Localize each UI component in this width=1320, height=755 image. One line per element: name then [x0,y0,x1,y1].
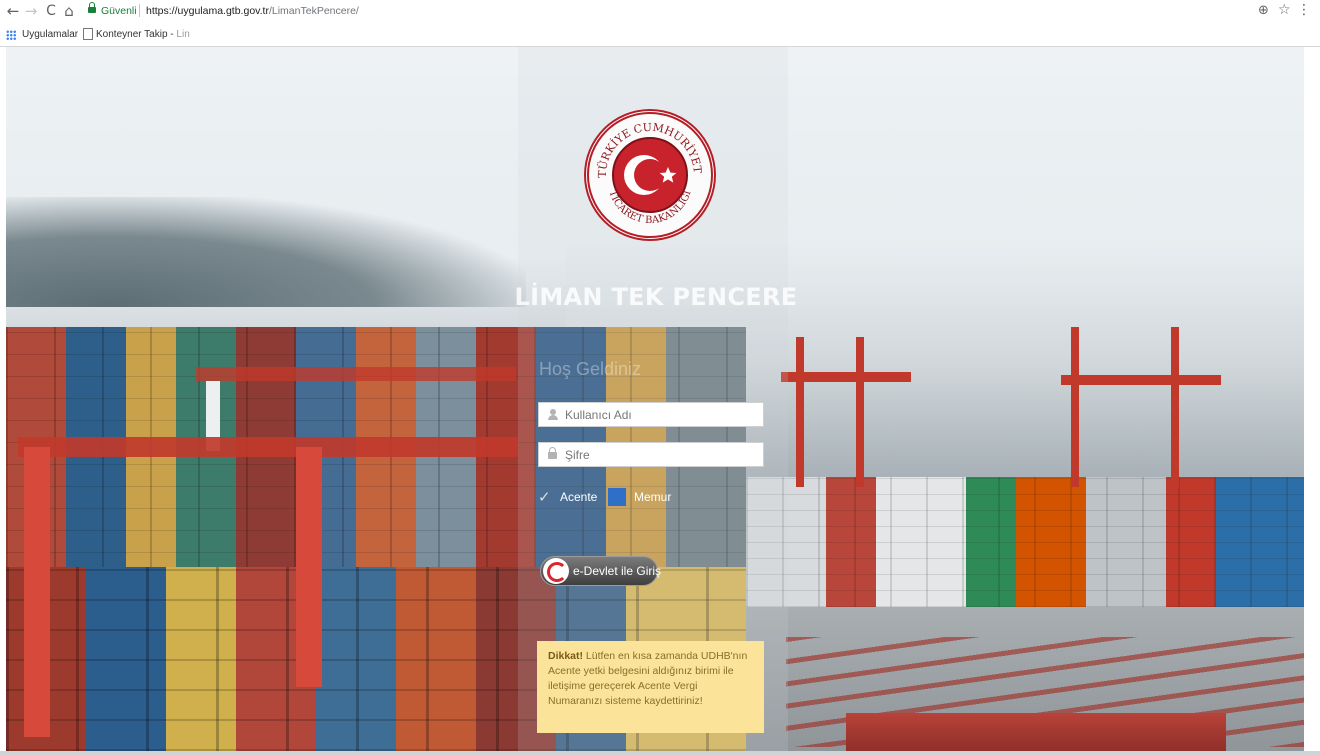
ministry-seal-svg: TÜRKİYE CUMHURİYETİ TİCARET BAKANLIĞI [584,109,713,238]
bookmark-apps[interactable]: Uygulamalar [22,29,78,40]
url-host: https://uygulama.gtb.gov.tr [146,5,269,17]
notice-bold: Dikkat! [548,650,584,662]
window-bottom-edge [0,751,1320,755]
kebab-menu-icon[interactable]: ⋮ [1297,2,1311,18]
apps-grid-icon[interactable] [6,30,16,40]
gantry-crane-leg [24,447,50,737]
edevlet-logo-icon [543,558,569,584]
role-selector: ✓ Acente Memur [538,488,778,508]
bookmark-container-tracking[interactable]: Konteyner Takip - Lin [96,29,190,40]
url-field[interactable]: https://uygulama.gtb.gov.tr/LimanTekPenc… [146,5,359,17]
star-icon[interactable]: ☆ [1278,2,1291,18]
role-option-acente[interactable]: Acente [560,490,597,504]
gantry-crane-top [196,367,516,381]
scrollbar-gutter [1304,47,1320,755]
edevlet-login-button[interactable]: e-Devlet ile Giriş [540,556,662,586]
browser-address-bar: ← → C ⌂ Güvenli https://uygulama.gtb.gov… [0,0,1320,24]
check-icon[interactable]: ✓ [538,488,551,506]
login-page: TÜRKİYE CUMHURİYETİ TİCARET BAKANLIĞI Lİ… [6,47,1304,751]
lock-icon [88,2,96,13]
bookmarks-bar: Uygulamalar Konteyner Takip - Lin [0,24,1320,47]
arrow-left-icon[interactable]: ← [4,2,22,20]
ship-crane-leg [1071,327,1079,487]
reload-icon[interactable]: C [42,2,60,20]
ship-crane-leg [856,337,864,487]
role-option-memur[interactable]: Memur [634,490,671,504]
bookmark-container-label: Konteyner Takip - [96,29,177,40]
secure-label: Güvenli [101,5,137,17]
url-path: /LimanTekPencere/ [268,5,359,17]
welcome-text: Hoş Geldiniz [539,359,642,379]
container-yard-right [746,477,1304,607]
password-input[interactable] [565,443,760,466]
home-icon[interactable]: ⌂ [60,2,78,20]
zoom-icon[interactable]: ⊕ [1258,3,1269,18]
warning-notice: Dikkat! Lütfen en kısa zamanda UDHB'nın … [537,641,764,733]
lock-icon [548,447,557,459]
ship-crane-boom [781,372,911,382]
ship-crane-boom [1061,375,1221,385]
ministry-seal-logo: TÜRKİYE CUMHURİYETİ TİCARET BAKANLIĞI [584,109,716,241]
url-separator [139,4,140,17]
mountain-backdrop [6,197,526,307]
port-building [846,713,1226,751]
ship-crane-leg [796,337,804,487]
page-title: LİMAN TEK PENCERE [514,283,798,311]
username-input[interactable] [565,403,760,426]
bookmark-container-fade: Lin [176,29,190,40]
page-icon [83,28,93,40]
username-field[interactable] [538,402,764,427]
password-field[interactable] [538,442,764,467]
arrow-right-icon[interactable]: → [22,2,40,20]
gantry-crane-leg [296,447,322,687]
user-icon [548,409,558,421]
edevlet-login-label: e-Devlet ile Giriş [573,564,662,578]
gantry-crane-beam [18,437,518,457]
ship-crane-leg [1171,327,1179,487]
role-radio-memur[interactable] [608,488,626,506]
